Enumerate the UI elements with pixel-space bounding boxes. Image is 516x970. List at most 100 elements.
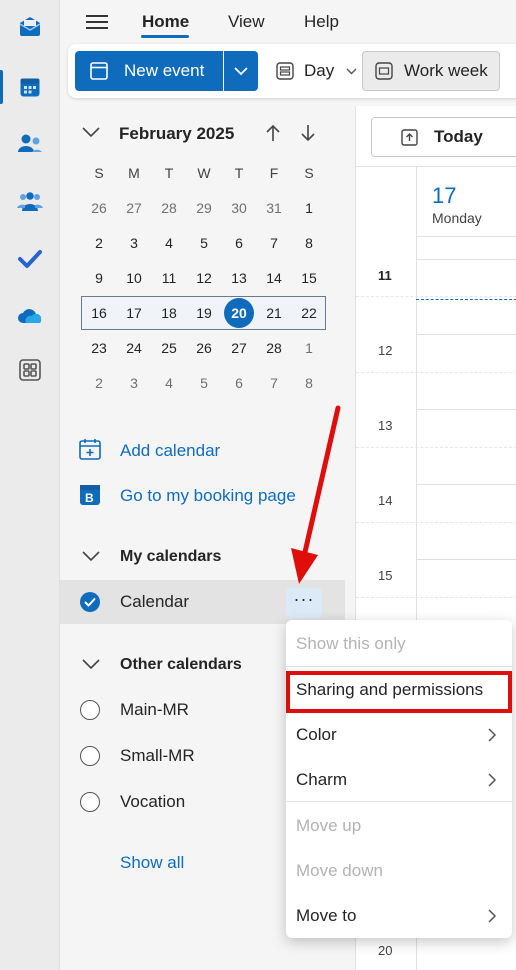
day-view-button[interactable]: Day xyxy=(276,51,357,91)
mini-calendar-day[interactable]: 4 xyxy=(154,368,184,398)
unchecked-circle-icon[interactable] xyxy=(80,700,100,720)
hour-line xyxy=(416,259,516,260)
mini-calendar-day[interactable]: 27 xyxy=(119,193,149,223)
mini-calendar-day[interactable]: 28 xyxy=(259,333,289,363)
weekday-header: M xyxy=(128,165,140,181)
app-rail xyxy=(0,0,60,970)
menu-item-move-down[interactable]: Move down xyxy=(286,849,512,893)
other-calendars-chevron-icon[interactable] xyxy=(82,659,100,670)
calendar-icon[interactable] xyxy=(14,71,46,103)
half-hour-line xyxy=(356,522,516,523)
collapse-chevron-icon[interactable] xyxy=(82,127,100,138)
hamburger-menu-icon[interactable] xyxy=(86,11,108,31)
my-calendars-heading[interactable]: My calendars xyxy=(120,548,221,566)
weekday-header: F xyxy=(269,165,279,181)
unchecked-circle-icon[interactable] xyxy=(80,792,100,812)
mini-calendar-day[interactable]: 26 xyxy=(84,193,114,223)
tab-view[interactable]: View xyxy=(228,12,265,32)
other-calendars-heading[interactable]: Other calendars xyxy=(120,656,242,674)
mini-calendar-day[interactable]: 15 xyxy=(294,263,324,293)
work-week-view-button[interactable]: Work week xyxy=(362,51,500,91)
mini-calendar-day[interactable]: 5 xyxy=(189,228,219,258)
mini-calendar-day[interactable]: 27 xyxy=(224,333,254,363)
hour-label: 11 xyxy=(378,268,392,283)
checked-circle-icon[interactable] xyxy=(80,592,100,612)
menu-item-show-this-only[interactable]: Show this only xyxy=(286,622,512,666)
mini-calendar-day[interactable]: 11 xyxy=(154,263,184,293)
mini-calendar-day[interactable]: 12 xyxy=(189,263,219,293)
date-number[interactable]: 17 xyxy=(432,183,456,209)
chevron-right-icon xyxy=(488,909,497,923)
mini-calendar-day[interactable]: 24 xyxy=(119,333,149,363)
chevron-right-icon xyxy=(488,728,497,742)
apps-icon[interactable] xyxy=(14,354,46,386)
today-button[interactable]: Today xyxy=(371,117,516,157)
tab-help[interactable]: Help xyxy=(304,12,339,32)
mini-calendar-day[interactable]: 13 xyxy=(224,263,254,293)
mini-calendar-day[interactable]: 7 xyxy=(259,368,289,398)
mini-calendar-day[interactable]: 20 xyxy=(224,298,254,328)
hour-label: 15 xyxy=(378,568,393,583)
groups-icon[interactable] xyxy=(14,186,46,218)
top-menu-bar: Home View Help xyxy=(60,0,516,44)
mini-calendar-day[interactable]: 7 xyxy=(259,228,289,258)
mini-calendar-day[interactable]: 6 xyxy=(224,228,254,258)
mini-calendar-day[interactable]: 2 xyxy=(84,368,114,398)
new-event-button[interactable]: New event xyxy=(75,51,223,91)
mail-icon[interactable] xyxy=(14,10,46,42)
mini-calendar-day[interactable]: 18 xyxy=(154,298,184,328)
mini-calendar-day[interactable]: 4 xyxy=(154,228,184,258)
mini-calendar-day[interactable]: 1 xyxy=(294,193,324,223)
mini-calendar-day[interactable]: 8 xyxy=(294,368,324,398)
menu-item-move-up[interactable]: Move up xyxy=(286,804,512,848)
booking-page-link[interactable]: Go to my booking page xyxy=(120,486,296,506)
weekday-header: T xyxy=(234,165,244,181)
more-options-button[interactable]: ··· xyxy=(286,588,322,618)
mini-calendar-day[interactable]: 1 xyxy=(294,333,324,363)
mini-calendar-day[interactable]: 25 xyxy=(154,333,184,363)
mini-calendar-day[interactable]: 5 xyxy=(189,368,219,398)
next-month-arrow-icon[interactable] xyxy=(300,124,316,142)
mini-calendar-day[interactable]: 3 xyxy=(119,368,149,398)
onedrive-icon[interactable] xyxy=(14,300,46,332)
show-all-link[interactable]: Show all xyxy=(120,853,184,873)
mini-calendar-day[interactable]: 3 xyxy=(119,228,149,258)
mini-calendar-day[interactable]: 19 xyxy=(189,298,219,328)
menu-item-move-to[interactable]: Move to xyxy=(286,894,512,938)
menu-item-charm[interactable]: Charm xyxy=(286,758,512,802)
mini-calendar-day[interactable]: 10 xyxy=(119,263,149,293)
hour-line xyxy=(416,559,516,560)
add-calendar-link[interactable]: Add calendar xyxy=(120,441,220,461)
mini-calendar-day[interactable]: 31 xyxy=(259,193,289,223)
mini-calendar-day[interactable]: 16 xyxy=(84,298,114,328)
mini-calendar-day[interactable]: 22 xyxy=(294,298,324,328)
weekday-header: W xyxy=(197,165,211,181)
mini-calendar-day[interactable]: 30 xyxy=(224,193,254,223)
hour-line xyxy=(416,334,516,335)
today-icon xyxy=(401,129,418,146)
mini-calendar-day[interactable]: 6 xyxy=(224,368,254,398)
previous-month-arrow-icon[interactable] xyxy=(265,124,281,142)
work-week-icon xyxy=(375,62,393,80)
grid-divider xyxy=(356,166,516,167)
unchecked-circle-icon[interactable] xyxy=(80,746,100,766)
mini-calendar-day[interactable]: 26 xyxy=(189,333,219,363)
my-calendars-chevron-icon[interactable] xyxy=(82,551,100,562)
mini-calendar-day[interactable]: 17 xyxy=(119,298,149,328)
todo-icon[interactable] xyxy=(14,243,46,275)
mini-calendar-day[interactable]: 29 xyxy=(189,193,219,223)
mini-calendar-day[interactable]: 21 xyxy=(259,298,289,328)
mini-calendar-day[interactable]: 2 xyxy=(84,228,114,258)
menu-item-color[interactable]: Color xyxy=(286,713,512,757)
mini-calendar-day[interactable]: 9 xyxy=(84,263,114,293)
mini-calendar-day[interactable]: 23 xyxy=(84,333,114,363)
tab-home[interactable]: Home xyxy=(142,12,189,32)
mini-calendar-day[interactable]: 8 xyxy=(294,228,324,258)
mini-calendar-day[interactable]: 14 xyxy=(259,263,289,293)
new-event-label: New event xyxy=(124,61,205,80)
work-week-label: Work week xyxy=(404,61,488,80)
new-event-dropdown-button[interactable] xyxy=(224,51,258,91)
people-icon[interactable] xyxy=(14,128,46,160)
mini-calendar-day[interactable]: 28 xyxy=(154,193,184,223)
day-view-icon xyxy=(276,62,294,80)
